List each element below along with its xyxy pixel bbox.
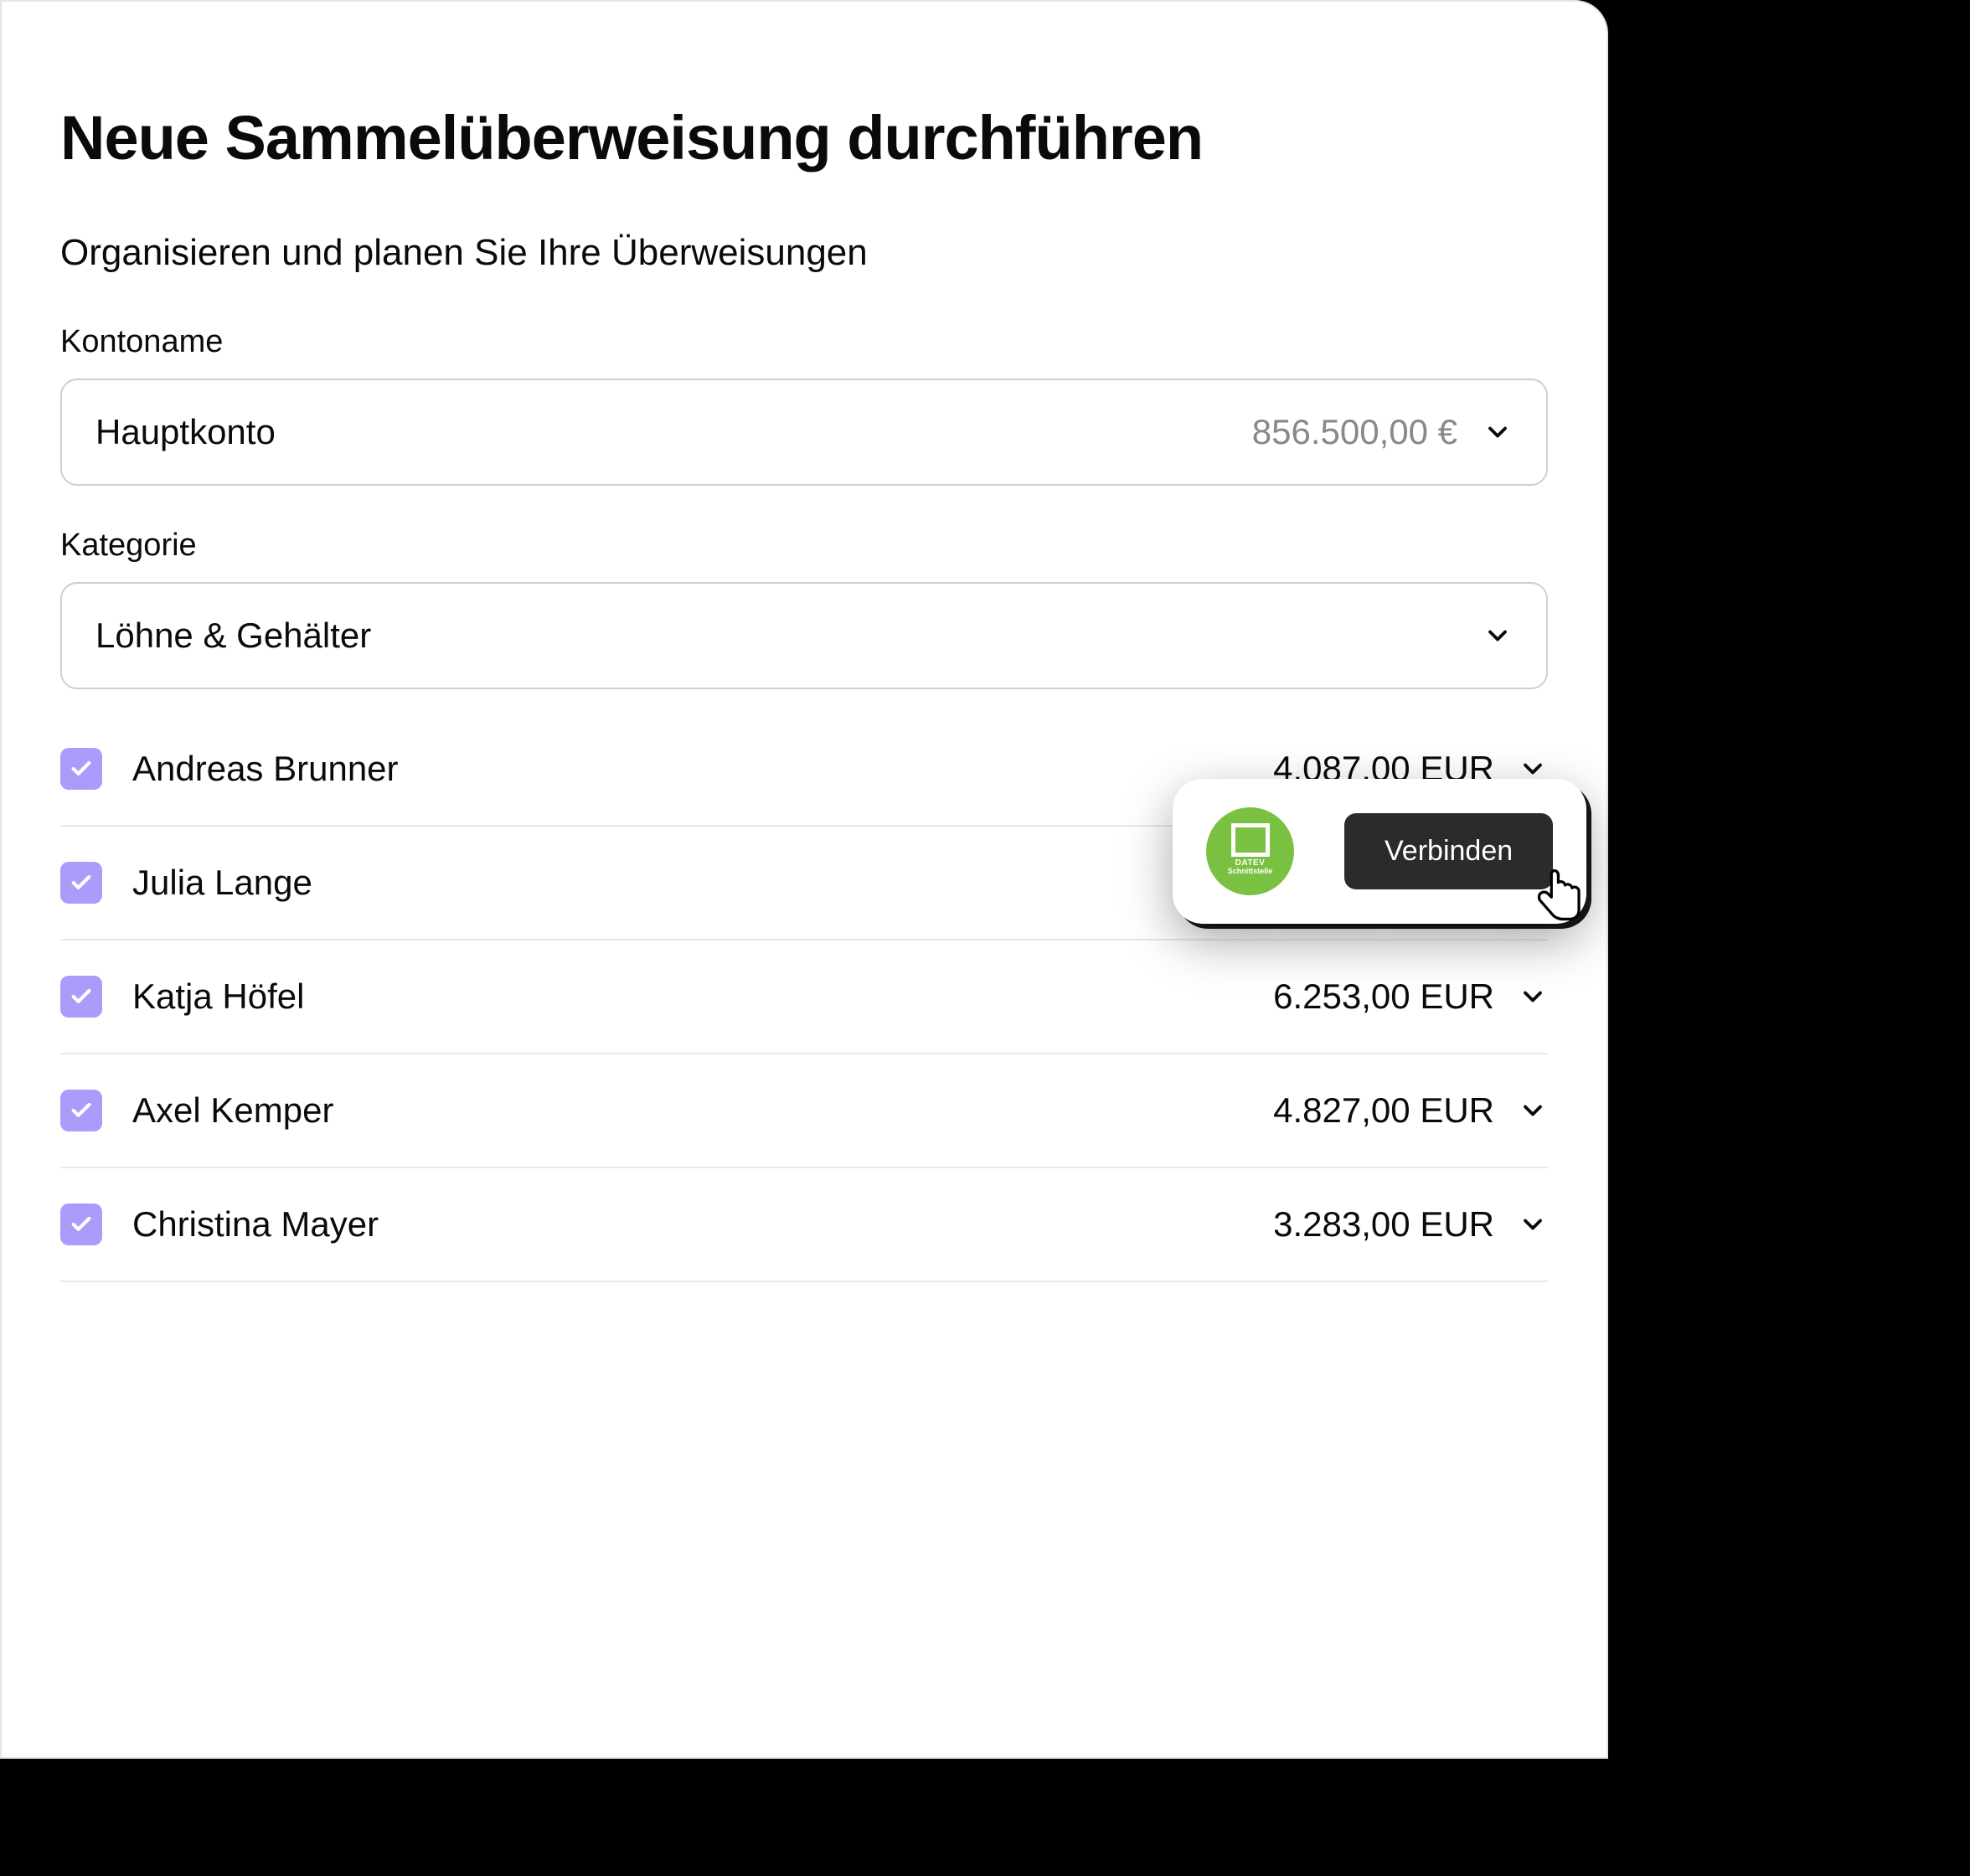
page-subtitle: Organisieren und planen Sie Ihre Überwei… <box>60 232 1548 274</box>
chevron-down-icon[interactable] <box>1518 1095 1548 1126</box>
check-icon <box>70 985 93 1008</box>
datev-logo-icon: DATEV Schnittstelle <box>1206 807 1294 895</box>
chevron-down-icon <box>1483 621 1513 651</box>
payee-amount: 4.827,00 EUR <box>1273 1090 1494 1131</box>
payee-name: Julia Lange <box>132 863 1273 903</box>
category-label: Kategorie <box>60 528 1548 564</box>
category-value: Löhne & Gehälter <box>95 616 371 656</box>
check-icon <box>70 871 93 894</box>
payee-name: Andreas Brunner <box>132 749 1273 789</box>
payee-checkbox[interactable] <box>60 748 102 790</box>
check-icon <box>70 1213 93 1236</box>
payee-amount: 6.253,00 EUR <box>1273 977 1494 1017</box>
check-icon <box>70 757 93 781</box>
chevron-down-icon[interactable] <box>1518 1209 1548 1240</box>
payee-checkbox[interactable] <box>60 1203 102 1245</box>
payee-name: Christina Mayer <box>132 1204 1273 1245</box>
chevron-down-icon <box>1483 417 1513 447</box>
list-item[interactable]: Christina Mayer 3.283,00 EUR <box>60 1168 1548 1282</box>
account-select[interactable]: Hauptkonto 856.500,00 € <box>60 379 1548 486</box>
account-label: Kontoname <box>60 324 1548 360</box>
check-icon <box>70 1099 93 1122</box>
payee-checkbox[interactable] <box>60 976 102 1018</box>
payee-checkbox[interactable] <box>60 862 102 904</box>
category-select[interactable]: Löhne & Gehälter <box>60 582 1548 689</box>
datev-connect-card: DATEV Schnittstelle Verbinden <box>1173 779 1586 924</box>
chevron-down-icon[interactable] <box>1518 982 1548 1012</box>
account-balance: 856.500,00 € <box>1252 412 1457 452</box>
list-item[interactable]: Axel Kemper 4.827,00 EUR <box>60 1054 1548 1168</box>
list-item[interactable]: Katja Höfel 6.253,00 EUR <box>60 941 1548 1054</box>
payee-amount: 3.283,00 EUR <box>1273 1204 1494 1245</box>
payee-checkbox[interactable] <box>60 1090 102 1131</box>
payee-name: Axel Kemper <box>132 1090 1273 1131</box>
page-title: Neue Sammelüberweisung durchführen <box>60 102 1548 173</box>
account-name: Hauptkonto <box>95 412 276 452</box>
connect-button[interactable]: Verbinden <box>1344 813 1553 889</box>
payee-name: Katja Höfel <box>132 977 1273 1017</box>
cursor-pointer-icon <box>1529 866 1588 925</box>
